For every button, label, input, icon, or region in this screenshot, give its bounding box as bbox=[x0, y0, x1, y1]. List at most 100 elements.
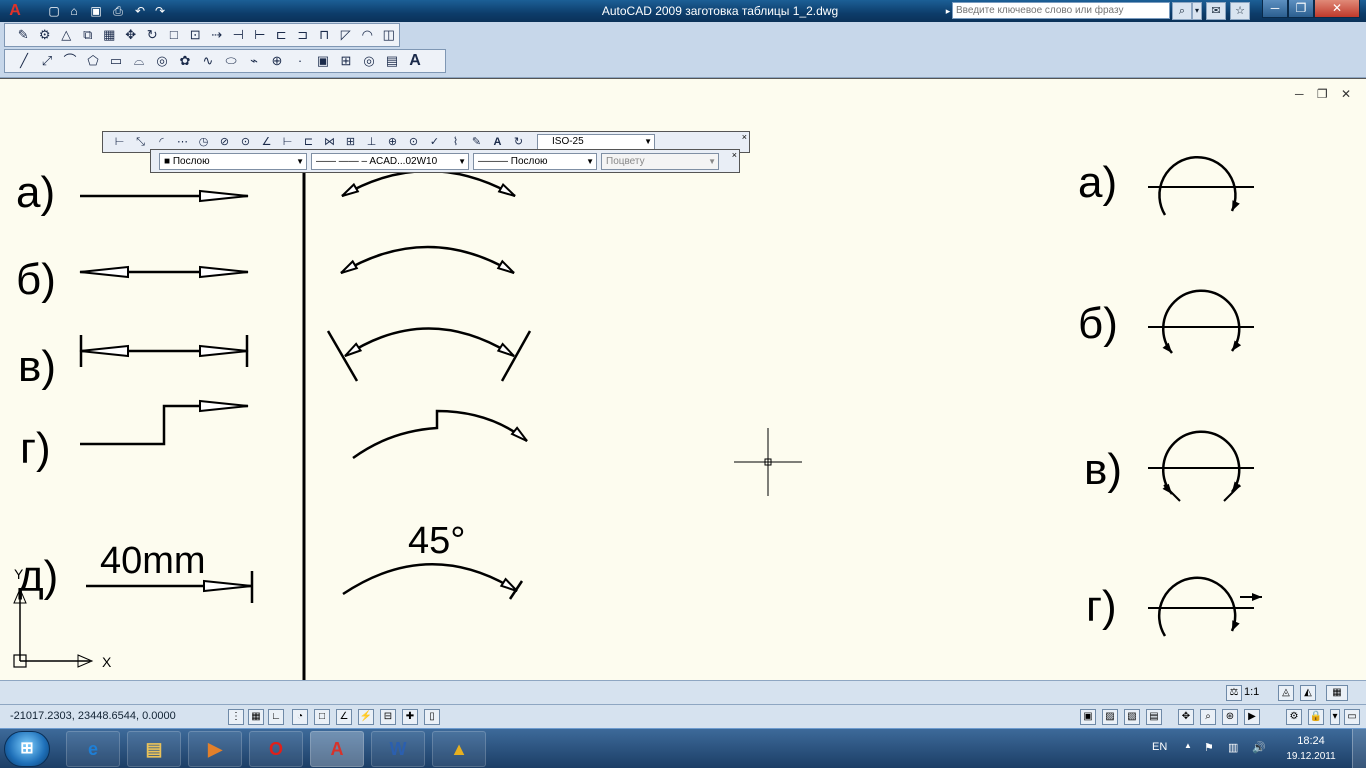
modify-tool-13-icon[interactable]: ⊐ bbox=[293, 25, 314, 45]
model-space-icon[interactable]: ▣ bbox=[1080, 709, 1096, 725]
modify-tool-14-icon[interactable]: ⊓ bbox=[314, 25, 335, 45]
showmotion-icon[interactable]: ▶ bbox=[1244, 709, 1260, 725]
coordinates-readout[interactable]: -21017.2303, 23448.6544, 0.0000 bbox=[10, 710, 176, 722]
draw-tool-0-icon[interactable]: ╱ bbox=[13, 51, 35, 71]
clock-date[interactable]: 19.12.2011 bbox=[1280, 751, 1342, 762]
modify-tool-8-icon[interactable]: ⊡ bbox=[185, 25, 206, 45]
draw-tool-13-icon[interactable]: ▣ bbox=[312, 51, 334, 71]
properties-toolbar-close-icon[interactable]: × bbox=[732, 150, 737, 160]
draw-tool-9-icon[interactable]: ⬭ bbox=[220, 51, 242, 71]
draw-tool-10-icon[interactable]: ⌁ bbox=[243, 51, 265, 71]
taskbar-word-button[interactable]: W bbox=[371, 731, 425, 767]
chevron-down-icon[interactable]: ▾ bbox=[1330, 709, 1340, 725]
taskbar-autocad-button[interactable]: A bbox=[310, 731, 364, 767]
lineweight-select[interactable]: ——— Послою ▼ bbox=[473, 152, 597, 170]
save-icon[interactable]: ▣ bbox=[88, 3, 104, 19]
snap-mode-icon[interactable]: ⋮ bbox=[228, 709, 244, 725]
modify-tool-12-icon[interactable]: ⊏ bbox=[271, 25, 292, 45]
draw-tool-14-icon[interactable]: ⊞ bbox=[335, 51, 357, 71]
dimension-tool-1-icon[interactable]: ⤡ bbox=[130, 133, 151, 151]
taskbar-opera-button[interactable]: O bbox=[249, 731, 303, 767]
draw-tool-2-icon[interactable]: ⌒ bbox=[59, 51, 81, 71]
modify-tool-5-icon[interactable]: ✥ bbox=[121, 25, 142, 45]
draw-tool-4-icon[interactable]: ▭ bbox=[105, 51, 127, 71]
layout-icon[interactable]: ▨ bbox=[1102, 709, 1118, 725]
maximize-button[interactable]: ❐ bbox=[1288, 0, 1314, 18]
lock-icon[interactable]: 🔒 bbox=[1308, 709, 1324, 725]
annotation-scale-value[interactable]: 1:1 bbox=[1244, 686, 1259, 698]
modify-tool-1-icon[interactable]: ⚙ bbox=[35, 25, 56, 45]
taskbar-autocad-alt-button[interactable]: ▲ bbox=[432, 731, 486, 767]
close-button[interactable]: ✕ bbox=[1314, 0, 1360, 18]
new-file-icon[interactable]: ▢ bbox=[46, 3, 62, 19]
clock-time[interactable]: 18:24 bbox=[1286, 735, 1336, 747]
taskbar-file-explorer-button[interactable]: ▤ bbox=[127, 731, 181, 767]
language-indicator[interactable]: EN bbox=[1152, 741, 1167, 753]
grid-display-icon[interactable]: ▦ bbox=[248, 709, 264, 725]
steering-wheel-icon[interactable]: ⊛ bbox=[1222, 709, 1238, 725]
dimension-tool-0-icon[interactable]: ⊢ bbox=[109, 133, 130, 151]
object-snap-icon[interactable]: □ bbox=[314, 709, 330, 725]
settings-gear-icon[interactable]: ⚙ bbox=[1286, 709, 1302, 725]
draw-tool-5-icon[interactable]: ⌓ bbox=[128, 51, 150, 71]
search-icon[interactable]: ⌕ bbox=[1172, 2, 1192, 20]
taskbar-media-player-button[interactable]: ▶ bbox=[188, 731, 242, 767]
undo-icon[interactable]: ↶ bbox=[132, 3, 148, 19]
dynamic-ucs-icon[interactable]: ⚡ bbox=[358, 709, 374, 725]
network-icon[interactable]: ▥ bbox=[1228, 741, 1238, 754]
draw-tool-3-icon[interactable]: ⬠ bbox=[82, 51, 104, 71]
draw-tool-16-icon[interactable]: ▤ bbox=[381, 51, 403, 71]
draw-tool-7-icon[interactable]: ✿ bbox=[174, 51, 196, 71]
action-center-flag-icon[interactable]: ⚑ bbox=[1204, 741, 1214, 754]
start-button[interactable]: ⊞ bbox=[4, 731, 50, 767]
zoom-icon[interactable]: ⌕ bbox=[1200, 709, 1216, 725]
draw-tool-6-icon[interactable]: ◎ bbox=[151, 51, 173, 71]
volume-icon[interactable]: 🔊 bbox=[1252, 741, 1266, 754]
draw-tool-12-icon[interactable]: · bbox=[289, 51, 311, 71]
dynamic-input-icon[interactable]: ⊟ bbox=[380, 709, 396, 725]
layout2-icon[interactable]: ▧ bbox=[1124, 709, 1140, 725]
linetype-select[interactable]: —— —— – ACAD...02W10 ▼ bbox=[311, 152, 469, 170]
dimension-toolbar-close-icon[interactable]: × bbox=[742, 132, 747, 142]
quick-view-icon[interactable]: ▤ bbox=[1146, 709, 1162, 725]
draw-tool-1-icon[interactable]: ⤢ bbox=[36, 51, 58, 71]
print-icon[interactable]: ⎙ bbox=[110, 3, 126, 19]
object-snap-tracking-icon[interactable]: ∠ bbox=[336, 709, 352, 725]
ortho-mode-icon[interactable]: ∟ bbox=[268, 709, 284, 725]
communication-center-icon[interactable]: ✉ bbox=[1206, 2, 1226, 20]
modify-tool-2-icon[interactable]: △ bbox=[56, 25, 77, 45]
draw-tool-17-icon[interactable]: A bbox=[404, 51, 426, 71]
modify-tool-9-icon[interactable]: ⇢ bbox=[207, 25, 228, 45]
clean-screen-icon[interactable]: ▭ bbox=[1344, 709, 1360, 725]
modify-tool-16-icon[interactable]: ◠ bbox=[357, 25, 378, 45]
modify-tool-11-icon[interactable]: ⊢ bbox=[250, 25, 271, 45]
color-select[interactable]: ■ Послою ▼ bbox=[159, 152, 307, 170]
modify-tool-0-icon[interactable]: ✎ bbox=[13, 25, 34, 45]
lineweight-display-icon[interactable]: ✚ bbox=[402, 709, 418, 725]
modify-tool-15-icon[interactable]: ◸ bbox=[336, 25, 357, 45]
pan-icon[interactable]: ✥ bbox=[1178, 709, 1194, 725]
autocad-app-icon[interactable]: A bbox=[2, 1, 28, 21]
minimize-button[interactable]: ─ bbox=[1262, 0, 1288, 18]
workspace-icon[interactable]: ▦ bbox=[1326, 685, 1348, 701]
search-options-icon[interactable]: ▾ bbox=[1192, 2, 1202, 20]
tray-expand-icon[interactable]: ▲ bbox=[1184, 741, 1192, 750]
modify-tool-17-icon[interactable]: ◫ bbox=[379, 25, 400, 45]
show-desktop-button[interactable] bbox=[1352, 729, 1366, 768]
draw-tool-11-icon[interactable]: ⊕ bbox=[266, 51, 288, 71]
modify-tool-4-icon[interactable]: ▦ bbox=[99, 25, 120, 45]
auto-scale-icon[interactable]: ◭ bbox=[1300, 685, 1316, 701]
redo-icon[interactable]: ↷ bbox=[152, 3, 168, 19]
open-file-icon[interactable]: ⌂ bbox=[66, 3, 82, 19]
search-input[interactable] bbox=[952, 2, 1170, 19]
modify-tool-6-icon[interactable]: ↻ bbox=[142, 25, 163, 45]
quick-properties-icon[interactable]: ▯ bbox=[424, 709, 440, 725]
taskbar-internet-explorer-button[interactable]: e bbox=[66, 731, 120, 767]
modify-tool-10-icon[interactable]: ⊣ bbox=[228, 25, 249, 45]
favorites-star-icon[interactable]: ☆ bbox=[1230, 2, 1250, 20]
draw-tool-8-icon[interactable]: ∿ bbox=[197, 51, 219, 71]
annotation-visibility-icon[interactable]: ◬ bbox=[1278, 685, 1294, 701]
modify-tool-3-icon[interactable]: ⧉ bbox=[78, 25, 99, 45]
modify-tool-7-icon[interactable]: □ bbox=[164, 25, 185, 45]
annotation-scale-icon[interactable]: ⚖ bbox=[1226, 685, 1242, 701]
